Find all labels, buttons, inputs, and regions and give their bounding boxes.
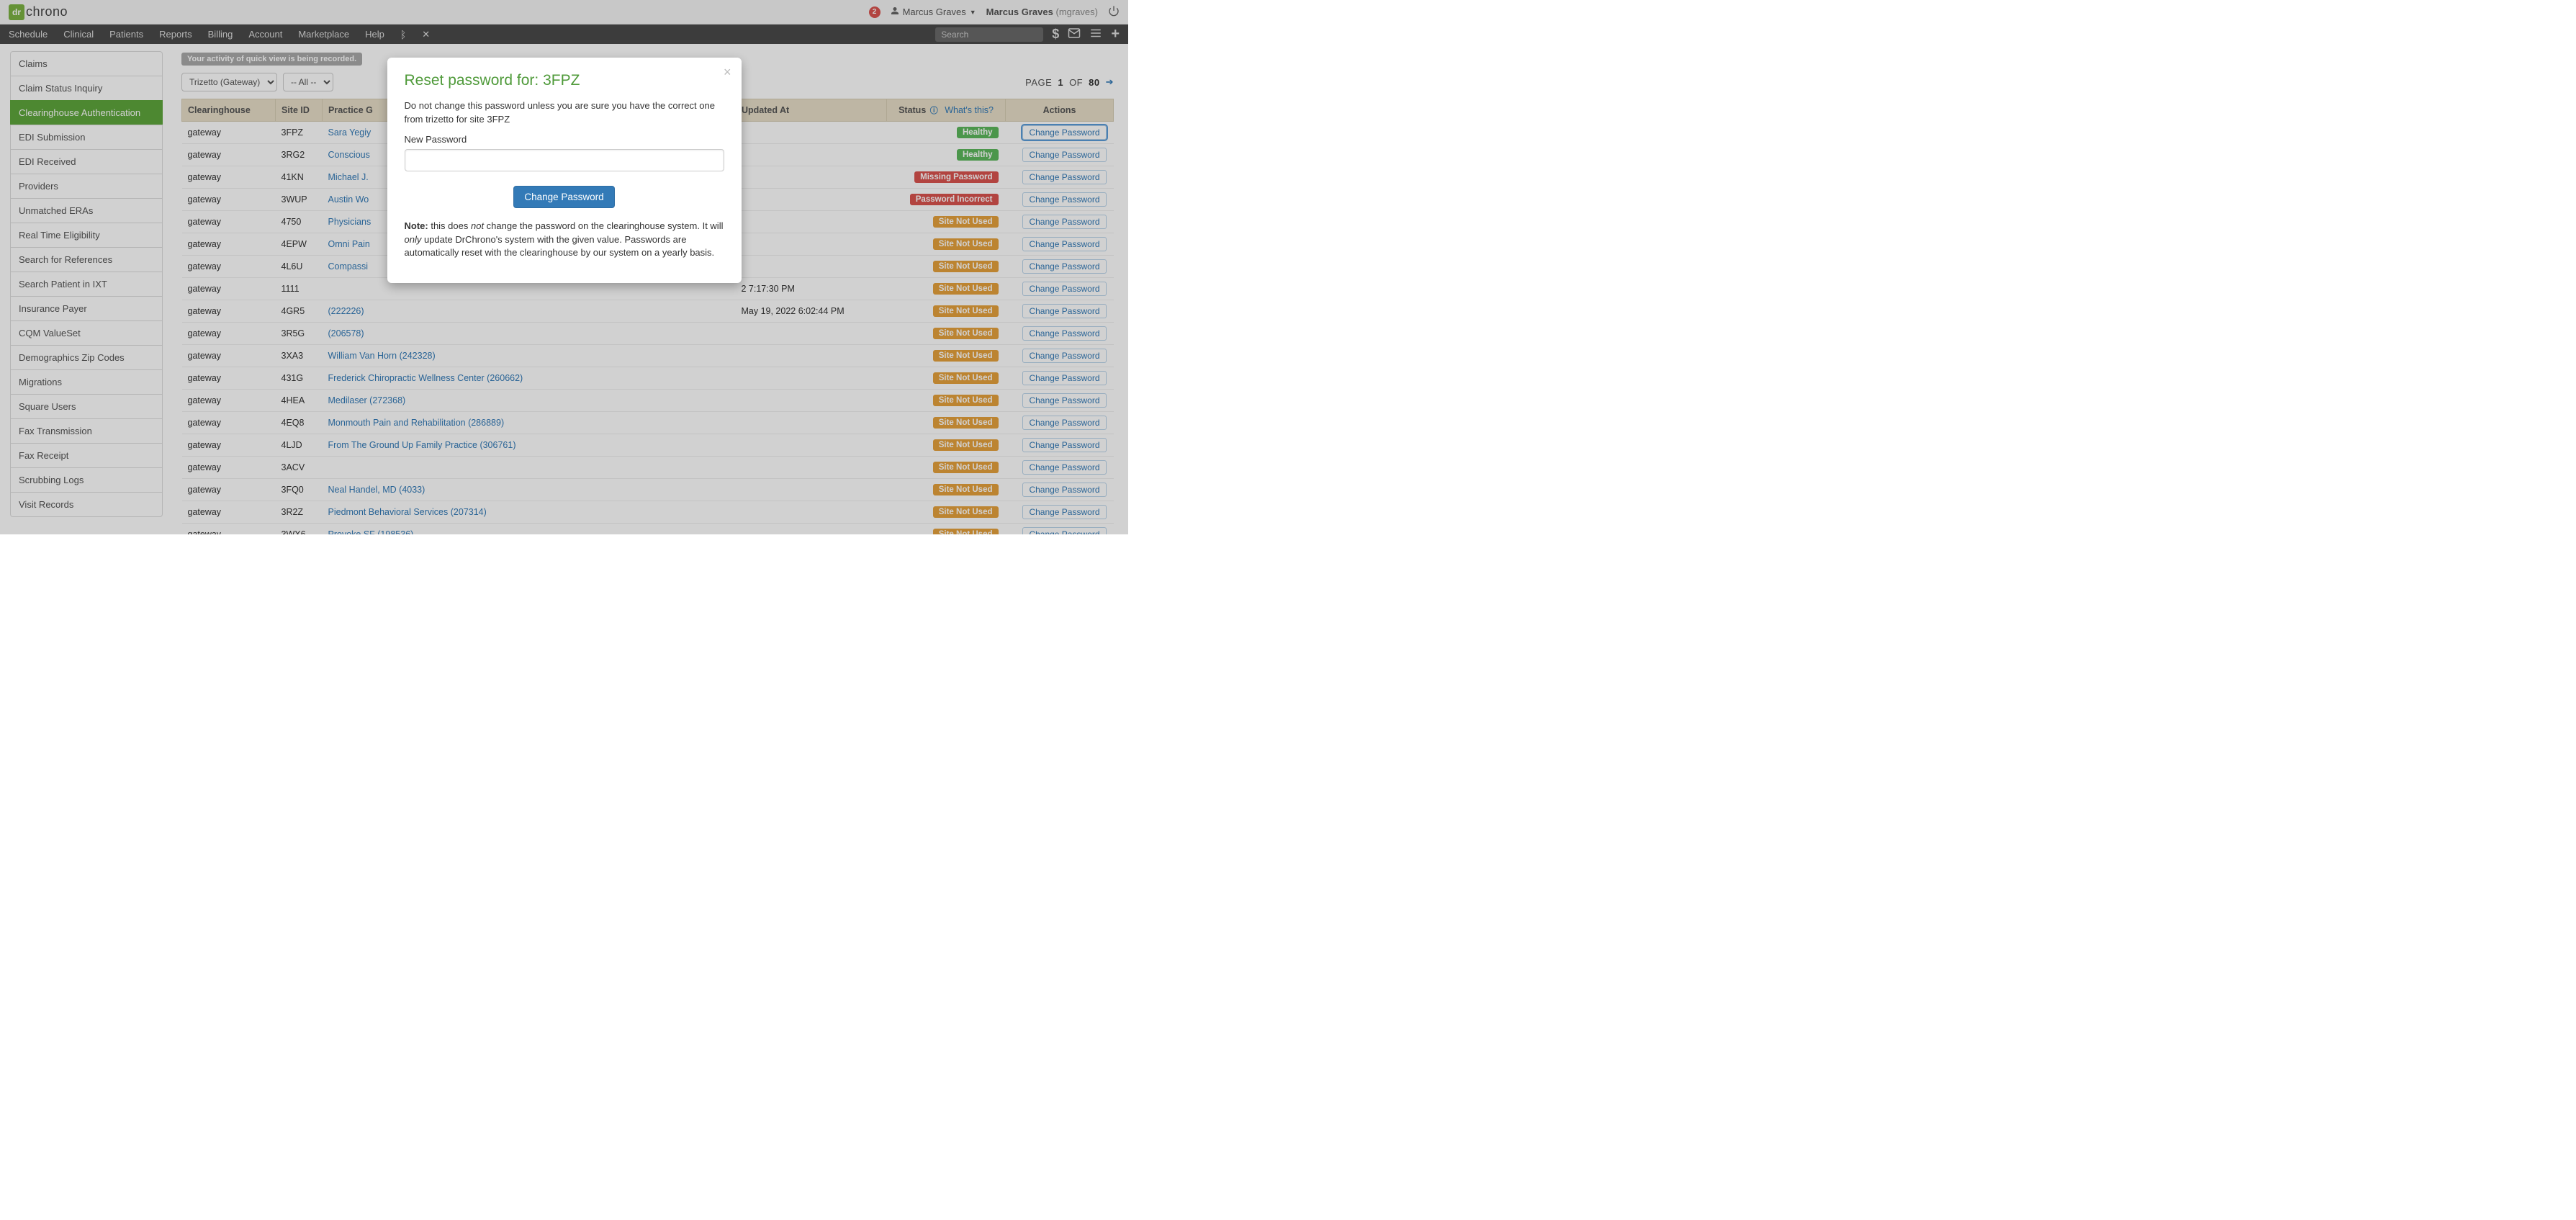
- new-password-input[interactable]: [405, 149, 724, 171]
- change-password-button[interactable]: Change Password: [513, 186, 614, 208]
- modal-note: Note: this does not change the password …: [405, 220, 724, 261]
- modal-title: Reset password for: 3FPZ: [405, 72, 724, 89]
- modal-close-icon[interactable]: ×: [724, 65, 731, 80]
- modal-overlay: × Reset password for: 3FPZ Do not change…: [0, 0, 1128, 534]
- reset-password-modal: × Reset password for: 3FPZ Do not change…: [387, 58, 742, 283]
- modal-warning: Do not change this password unless you a…: [405, 99, 724, 127]
- new-password-label: New Password: [405, 134, 724, 145]
